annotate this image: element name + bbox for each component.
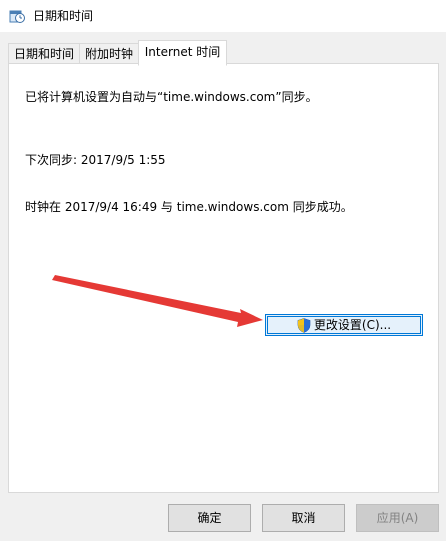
apply-button[interactable]: 应用(A) bbox=[356, 504, 439, 532]
uac-shield-icon bbox=[297, 317, 311, 333]
cancel-button[interactable]: 取消 bbox=[262, 504, 345, 532]
title-bar[interactable]: 日期和时间 bbox=[0, 0, 446, 32]
tab-internet-time[interactable]: Internet 时间 bbox=[138, 40, 227, 66]
last-sync-text: 时钟在 2017/9/4 16:49 与 time.windows.com 同步… bbox=[25, 200, 353, 214]
window-title: 日期和时间 bbox=[33, 9, 94, 23]
sync-info-text: 已将计算机设置为自动与“time.windows.com”同步。 bbox=[25, 90, 318, 104]
next-sync-text: 下次同步: 2017/9/5 1:55 bbox=[25, 153, 166, 167]
date-time-dialog: 日期和时间 日期和时间 附加时钟 Internet 时间 已将计算机设置为自动与… bbox=[0, 0, 446, 541]
change-settings-label: 更改设置(C)... bbox=[313, 318, 392, 332]
tab-date-time[interactable]: 日期和时间 bbox=[8, 43, 80, 64]
tab-additional-clocks[interactable]: 附加时钟 bbox=[79, 43, 139, 64]
internet-time-panel: 已将计算机设置为自动与“time.windows.com”同步。 下次同步: 2… bbox=[8, 63, 439, 493]
change-settings-button[interactable]: 更改设置(C)... bbox=[265, 314, 423, 336]
ok-button[interactable]: 确定 bbox=[168, 504, 251, 532]
clock-calendar-icon bbox=[9, 10, 25, 23]
